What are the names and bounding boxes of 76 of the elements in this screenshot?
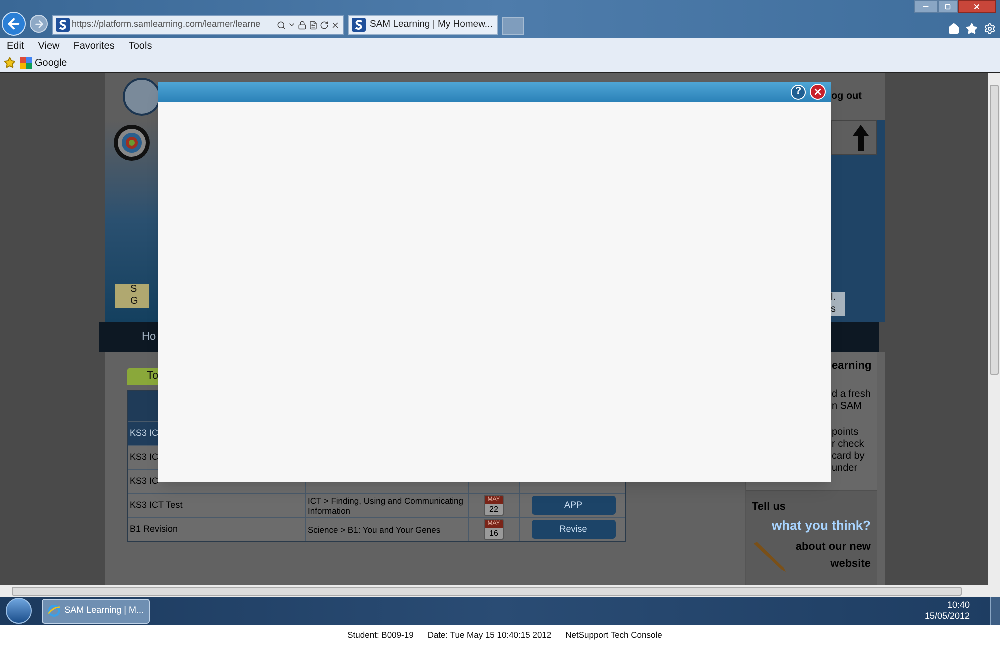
sidebar-text: r check — [832, 438, 866, 450]
menu-item[interactable]: Edit — [7, 38, 24, 54]
sidebar-text: n SAM — [832, 400, 864, 412]
site-logo-icon — [56, 18, 70, 32]
back-to-top-button[interactable] — [831, 120, 877, 155]
status-text: NetSupport Tech Console — [566, 629, 662, 642]
badge-text: s — [831, 304, 837, 316]
menu-item[interactable]: Tools — [128, 38, 152, 54]
badge-text: l. — [831, 292, 837, 304]
logo-icon — [123, 78, 161, 116]
lock-icon — [298, 20, 307, 30]
taskbar-label: SAM Learning | M... — [64, 604, 144, 618]
status-text: Student: B009-19 — [348, 629, 414, 642]
sidebar-text: under — [832, 462, 859, 474]
site-logo-icon — [352, 18, 366, 32]
help-button[interactable]: ? — [791, 84, 806, 100]
promo-text: website — [830, 556, 871, 572]
address-text: https://platform.samlearning.com/learner/learne — [72, 18, 262, 32]
table-cell: Science > B1: You and Your Genes — [308, 524, 441, 534]
caret-icon[interactable] — [288, 21, 296, 29]
sidebar-text: d a fresh — [832, 388, 872, 400]
stop-icon[interactable] — [331, 20, 340, 30]
tab-title: SAM Learning | My Homew... — [370, 18, 493, 32]
forward-button[interactable] — [30, 15, 48, 33]
sidebar-heading: earning — [832, 359, 872, 374]
browser-icon — [48, 602, 61, 620]
favorite-link[interactable]: Google — [35, 56, 68, 70]
clock-date: 15/05/2012 — [924, 611, 970, 622]
settings-icon[interactable] — [984, 23, 996, 35]
promo-text: Tell us — [752, 500, 788, 515]
google-icon — [20, 57, 32, 69]
clock[interactable]: 10:40 15/05/2012 — [924, 600, 990, 622]
back-button[interactable] — [2, 12, 26, 36]
sidebar-text: card by — [832, 450, 866, 462]
action-button[interactable]: Revise — [532, 520, 616, 539]
table-cell-text: KS3 ICT Test — [129, 498, 184, 512]
table-cell-text: B1 Revision — [129, 522, 180, 536]
menu-item[interactable]: View — [38, 38, 60, 54]
close-window-button[interactable] — [958, 0, 996, 13]
home-icon[interactable] — [948, 23, 960, 35]
arrow-up-icon — [852, 124, 870, 152]
refresh-icon[interactable] — [320, 20, 329, 30]
menu-item[interactable]: Favorites — [74, 38, 115, 54]
restore-button[interactable] — [938, 0, 958, 13]
favorites-icon[interactable] — [966, 23, 978, 35]
search-icon[interactable] — [277, 20, 286, 30]
close-button[interactable] — [810, 84, 826, 100]
status-text: Date: Tue May 15 10:40:15 2012 — [428, 629, 552, 642]
arrow-right-icon — [34, 18, 44, 30]
target-icon — [112, 124, 150, 162]
badge-text: G — [130, 296, 140, 308]
action-button[interactable]: APP — [532, 496, 616, 515]
calendar-day: 16 — [485, 528, 503, 539]
nav-item[interactable]: Ho — [142, 328, 156, 346]
address-bar[interactable]: https://platform.samlearning.com/learner/learne — [52, 15, 344, 35]
table-cell-text: KS3 IC — [129, 426, 160, 440]
add-favorite-icon[interactable] — [4, 57, 16, 69]
table-cell-text: ICT > Finding, Using and Communicating Information — [308, 496, 465, 516]
horizontal-scrollbar[interactable] — [0, 585, 1000, 597]
table-cell-text: KS3 IC — [129, 474, 160, 488]
table-cell-text: KS3 IC — [129, 450, 160, 464]
feedback-panel[interactable]: Tell us what you think? about our new website — [746, 490, 877, 585]
browser-tab[interactable]: SAM Learning | My Homew... — [348, 15, 498, 35]
close-icon — [813, 87, 823, 97]
show-desktop-button[interactable] — [990, 597, 1000, 625]
vertical-scrollbar[interactable] — [988, 73, 1000, 585]
badge-text: S — [130, 284, 138, 296]
promo-text: about our new — [796, 540, 871, 555]
promo-text: what you think? — [772, 516, 871, 535]
clock-time: 10:40 — [947, 600, 970, 611]
close-icon — [973, 2, 981, 10]
sidebar-text: points — [832, 426, 860, 438]
start-button[interactable] — [6, 598, 32, 624]
compatibility-icon[interactable] — [309, 20, 318, 30]
restore-icon — [945, 4, 951, 10]
calendar-day: 22 — [485, 504, 503, 515]
